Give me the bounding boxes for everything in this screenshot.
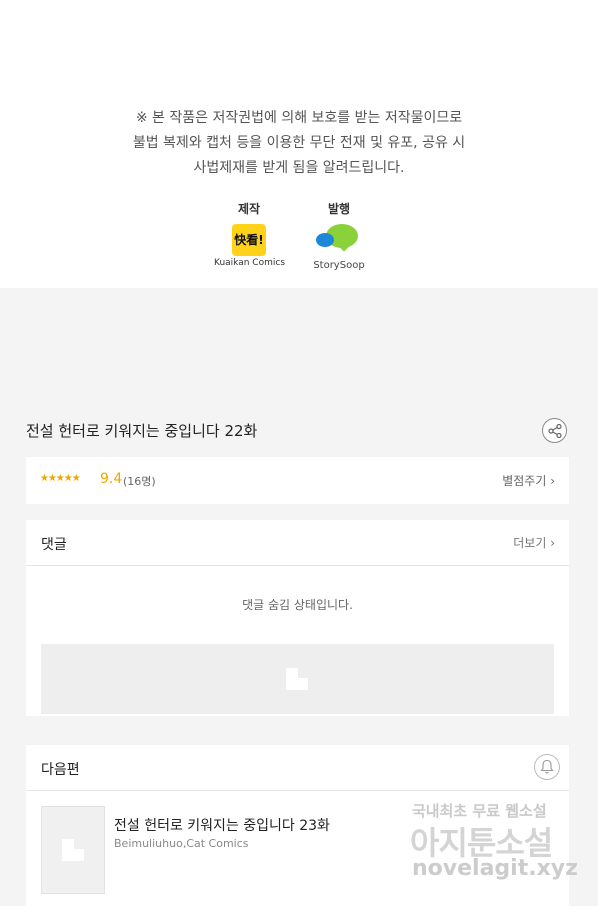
ad-placeholder [41,644,554,714]
watermark-line-3: novelagit.xyz [412,856,578,881]
comments-card: 댓글 더보기 › 댓글 숨김 상태입니다. [26,520,569,716]
copyright-section: ※ 본 작품은 저작권법에 의해 보호를 받는 저작물이므로 불법 복제와 캡처… [0,0,598,288]
production-credit: 제작 快看! Kuaikan Comics [214,200,286,268]
episode-title: 전설 헌터로 키워지는 중입니다 22화 [26,422,258,440]
kuaikan-logo: 快看! [232,224,266,256]
production-name: Kuaikan Comics [214,258,286,268]
storysoop-logo [314,224,364,258]
watermark: 국내최초 무료 웹소설 아지툰소설 novelagit.xyz [410,800,590,900]
image-placeholder-icon [286,668,308,690]
comments-title: 댓글 [41,537,67,553]
thumbnail-placeholder-icon [62,839,84,861]
copyright-notice: ※ 본 작품은 저작권법에 의해 보호를 받는 저작물이므로 불법 복제와 캡처… [0,106,598,181]
rate-button[interactable]: 별점주기 › [502,472,555,489]
share-icon [548,424,562,438]
notice-line-1: ※ 본 작품은 저작권법에 의해 보호를 받는 저작물이므로 [135,110,463,126]
rating-score: 9.4 [100,471,123,487]
rating-count: (16명) [123,475,156,488]
credits: 제작 快看! Kuaikan Comics 발행 StorySoop [0,200,598,280]
next-title: 다음편 [41,762,80,778]
notice-line-3: 사법제재를 받게 됨을 알려드립니다. [193,160,405,176]
publisher-label: 발행 [327,202,351,216]
comments-header: 댓글 더보기 › [26,520,569,566]
notification-button[interactable] [534,754,560,780]
bell-icon [540,759,554,774]
next-episode-authors: Beimuliuhuo,Cat Comics [114,837,249,850]
publisher-name: StorySoop [313,260,365,271]
rating-card: ★★★★★ 9.4 (16명) 별점주기 › [26,457,569,504]
production-label: 제작 [237,202,261,216]
publisher-credit: 발행 StorySoop [309,200,369,271]
rating-stars: ★★★★★ [40,473,81,484]
notice-line-2: 불법 복제와 캡처 등을 이용한 무단 전재 및 유포, 공유 시 [132,135,466,151]
next-episode-title[interactable]: 전설 헌터로 키워지는 중입니다 23화 [114,815,330,835]
next-episode-thumbnail[interactable] [41,806,105,894]
next-header: 다음편 [26,745,569,791]
comments-hidden-message: 댓글 숨김 상태입니다. [242,598,353,612]
share-button[interactable] [542,418,567,443]
comments-more-button[interactable]: 더보기 › [513,534,555,551]
